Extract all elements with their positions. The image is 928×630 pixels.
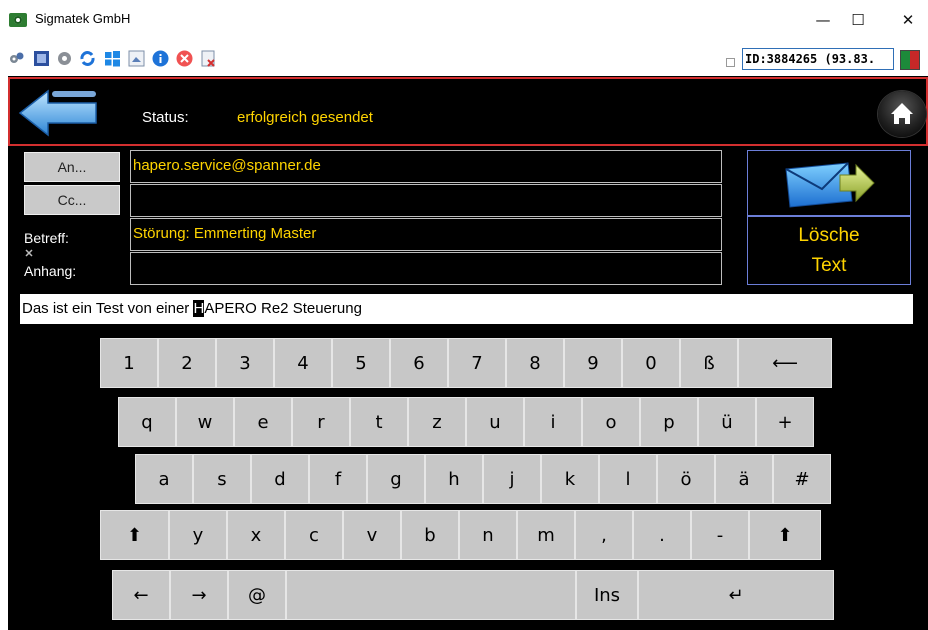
send-mail-button[interactable] bbox=[747, 150, 911, 216]
key-d[interactable]: d bbox=[251, 454, 309, 504]
home-icon bbox=[891, 103, 913, 124]
key-7[interactable]: 7 bbox=[448, 338, 506, 388]
key-eszett[interactable]: ß bbox=[680, 338, 738, 388]
fullscreen-icon[interactable] bbox=[33, 50, 50, 67]
key-i[interactable]: i bbox=[524, 397, 582, 447]
status-strip: Status: erfolgreich gesendet bbox=[8, 77, 928, 146]
screenshot-icon[interactable] bbox=[128, 50, 145, 67]
key-p[interactable]: p bbox=[640, 397, 698, 447]
to-field[interactable]: hapero.service@spanner.de bbox=[130, 150, 722, 183]
key-5[interactable]: 5 bbox=[332, 338, 390, 388]
to-button[interactable]: An... bbox=[24, 152, 120, 182]
cc-button[interactable]: Cc... bbox=[24, 185, 120, 215]
key-z[interactable]: z bbox=[408, 397, 466, 447]
key-x[interactable]: x bbox=[227, 510, 285, 560]
key-insert[interactable]: Ins bbox=[576, 570, 638, 620]
key-k[interactable]: k bbox=[541, 454, 599, 504]
key-r[interactable]: r bbox=[292, 397, 350, 447]
key-3[interactable]: 3 bbox=[216, 338, 274, 388]
key-shift-left[interactable]: ⬆ bbox=[100, 510, 169, 560]
key-space[interactable] bbox=[286, 570, 576, 620]
key-plus[interactable]: + bbox=[756, 397, 814, 447]
key-f[interactable]: f bbox=[309, 454, 367, 504]
key-backspace[interactable]: ⟵ bbox=[738, 338, 832, 388]
subject-label: Betreff: bbox=[24, 230, 69, 246]
home-button[interactable] bbox=[878, 91, 926, 137]
key-c[interactable]: c bbox=[285, 510, 343, 560]
minimize-button[interactable]: — bbox=[808, 8, 838, 32]
key-arrow-left[interactable]: ← bbox=[112, 570, 170, 620]
clear-text-line2: Text bbox=[811, 255, 847, 276]
key-u[interactable]: u bbox=[466, 397, 524, 447]
key-o[interactable]: o bbox=[582, 397, 640, 447]
key-h[interactable]: h bbox=[425, 454, 483, 504]
key-a[interactable]: a bbox=[135, 454, 193, 504]
key-hash[interactable]: # bbox=[773, 454, 831, 504]
key-at[interactable]: @ bbox=[228, 570, 286, 620]
network-settings-icon[interactable] bbox=[8, 50, 25, 67]
clear-text-line1: Lösche bbox=[798, 225, 860, 246]
key-t[interactable]: t bbox=[350, 397, 408, 447]
hmi-screen: Status: erfolgreich gesendet An... Cc...… bbox=[8, 76, 928, 630]
key-l[interactable]: l bbox=[599, 454, 657, 504]
message-body-field[interactable]: Das ist ein Test von einer HAPERO Re2 St… bbox=[20, 294, 913, 324]
key-w[interactable]: w bbox=[176, 397, 234, 447]
key-2[interactable]: 2 bbox=[158, 338, 216, 388]
key-comma[interactable]: , bbox=[575, 510, 633, 560]
key-j[interactable]: j bbox=[483, 454, 541, 504]
key-1[interactable]: 1 bbox=[100, 338, 158, 388]
key-0[interactable]: 0 bbox=[622, 338, 680, 388]
message-text-after: APERO Re2 Steuerung bbox=[204, 300, 362, 317]
app-logo-icon bbox=[9, 13, 27, 27]
key-oe[interactable]: ö bbox=[657, 454, 715, 504]
close-red-icon[interactable] bbox=[176, 50, 193, 67]
key-s[interactable]: s bbox=[193, 454, 251, 504]
key-9[interactable]: 9 bbox=[564, 338, 622, 388]
subject-field[interactable]: Störung: Emmerting Master bbox=[130, 218, 722, 251]
windows-icon[interactable] bbox=[104, 50, 121, 67]
back-arrow-icon[interactable] bbox=[18, 89, 100, 137]
attachment-remove-icon[interactable] bbox=[25, 249, 33, 257]
refresh-icon[interactable] bbox=[79, 50, 96, 67]
language-flag-icon[interactable] bbox=[900, 50, 920, 70]
text-cursor: H bbox=[193, 300, 205, 317]
maximize-button[interactable]: ☐ bbox=[843, 8, 873, 32]
attachment-field[interactable] bbox=[130, 252, 722, 285]
cc-field[interactable] bbox=[130, 184, 722, 217]
key-b[interactable]: b bbox=[401, 510, 459, 560]
key-n[interactable]: n bbox=[459, 510, 517, 560]
settings-gear-icon[interactable] bbox=[56, 50, 73, 67]
info-icon[interactable] bbox=[152, 50, 169, 67]
key-g[interactable]: g bbox=[367, 454, 425, 504]
message-text-before: Das ist ein Test von einer bbox=[22, 300, 194, 317]
key-arrow-right[interactable]: → bbox=[170, 570, 228, 620]
key-m[interactable]: m bbox=[517, 510, 575, 560]
title-bar: Sigmatek GmbH — ☐ ✕ bbox=[0, 0, 928, 40]
status-label: Status: bbox=[142, 109, 189, 126]
key-e[interactable]: e bbox=[234, 397, 292, 447]
window-title: Sigmatek GmbH bbox=[35, 11, 131, 26]
key-ue[interactable]: ü bbox=[698, 397, 756, 447]
close-button[interactable]: ✕ bbox=[893, 8, 923, 32]
connection-id-field: ID:3884265 (93.83. bbox=[742, 48, 894, 70]
key-enter[interactable]: ↵ bbox=[638, 570, 834, 620]
key-6[interactable]: 6 bbox=[390, 338, 448, 388]
send-mail-icon bbox=[785, 162, 875, 208]
key-y[interactable]: y bbox=[169, 510, 227, 560]
attachment-label: Anhang: bbox=[24, 263, 77, 279]
key-shift-right[interactable]: ⬆ bbox=[749, 510, 821, 560]
key-minus[interactable]: - bbox=[691, 510, 749, 560]
toolbar-checkbox[interactable] bbox=[726, 58, 735, 67]
key-v[interactable]: v bbox=[343, 510, 401, 560]
key-8[interactable]: 8 bbox=[506, 338, 564, 388]
key-q[interactable]: q bbox=[118, 397, 176, 447]
key-period[interactable]: . bbox=[633, 510, 691, 560]
key-ae[interactable]: ä bbox=[715, 454, 773, 504]
status-value: erfolgreich gesendet bbox=[237, 109, 373, 126]
clear-text-button[interactable]: Lösche Text bbox=[747, 216, 911, 285]
disconnect-icon[interactable] bbox=[200, 50, 217, 67]
key-4[interactable]: 4 bbox=[274, 338, 332, 388]
